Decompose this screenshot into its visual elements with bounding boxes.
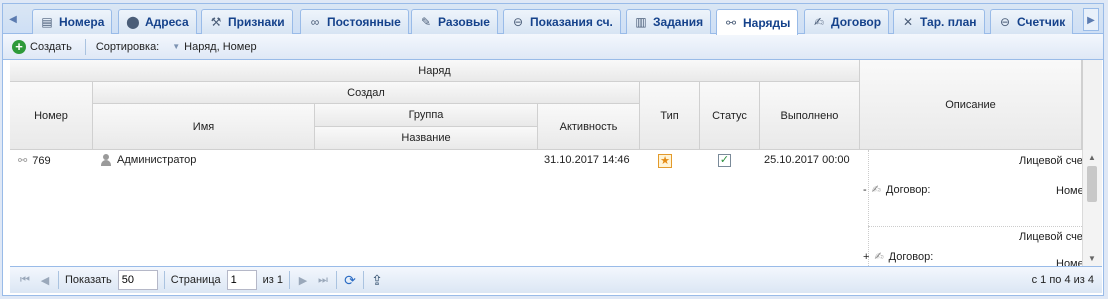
toolbar-separator (84, 38, 86, 55)
tab-work-orders[interactable]: ⚯ Наряды (716, 9, 799, 35)
cell-activity: 31.10.2017 14:46 (544, 154, 630, 166)
star-icon: ★ (658, 154, 672, 168)
meter-icon: ⊖ (512, 15, 524, 29)
header-description[interactable]: Описание (860, 60, 1082, 150)
order-icon: ⚯ (18, 155, 28, 167)
paging-separator (336, 271, 337, 289)
tab-contract[interactable]: ✍ Договор (804, 9, 890, 34)
page-input[interactable] (226, 270, 257, 290)
description-divider (868, 150, 869, 266)
table-row[interactable]: ⚯ 769 (18, 154, 51, 168)
document-edit-icon: ✍ (874, 251, 884, 263)
paging-info: с 1 по 4 из 4 (1031, 274, 1094, 286)
create-button[interactable]: + Создать (9, 38, 75, 56)
first-page-icon[interactable]: ⏮ (18, 274, 32, 287)
grid-body: ⚯ 769 Администратор 31.10.2017 14:46 ★ ✓… (10, 150, 1082, 266)
tab-meter-readings[interactable]: ⊖ Показания сч. (503, 9, 621, 34)
wrench-icon: ✎ (420, 15, 432, 29)
tab-addresses[interactable]: ⬤ Адреса (118, 9, 197, 34)
header-group-name[interactable]: Название (315, 127, 538, 150)
pin-icon: ⬤ (126, 15, 140, 29)
next-page-icon[interactable]: ▶ (296, 274, 310, 287)
description-account: Лицевой сче (1019, 231, 1082, 243)
grid-header: Наряд Описание Номер Создал Тип Статус В… (10, 60, 1082, 150)
sort-label: Сортировка: (95, 40, 160, 53)
sort-arrow-icon: ▼ (172, 42, 181, 51)
header-completed[interactable]: Выполнено (760, 82, 860, 150)
cell-completed: 25.10.2017 00:00 (764, 154, 850, 166)
document-edit-icon: ✍ (871, 184, 881, 196)
header-type[interactable]: Тип (640, 82, 700, 150)
description-number: Номе (1056, 258, 1082, 266)
page-total-label: из 1 (262, 274, 283, 286)
scroll-down-icon[interactable]: ▼ (1088, 254, 1096, 263)
paging-separator (163, 271, 165, 289)
header-status[interactable]: Статус (700, 82, 760, 150)
tools-icon: ⚒ (210, 15, 222, 29)
description-account: Лицевой сче (1019, 155, 1082, 167)
tab-permanent[interactable]: ∞ Постоянные (300, 9, 409, 34)
header-work-order-group: Наряд (10, 60, 860, 82)
page-label: Страница (170, 274, 221, 286)
scroll-up-icon[interactable]: ▲ (1088, 153, 1096, 162)
cell-number: 769 (32, 154, 51, 167)
plus-icon: + (12, 39, 26, 54)
header-name[interactable]: Имя (93, 104, 315, 150)
collapse-toggle[interactable]: - (863, 184, 867, 196)
vertical-scrollbar[interactable]: ▲ ▼ (1082, 150, 1102, 266)
description-number: Номе (1056, 185, 1082, 197)
cell-name: Администратор (100, 154, 196, 166)
document-icon: ▤ (41, 15, 53, 29)
header-group: Группа (315, 104, 538, 127)
paging-separator (58, 271, 59, 289)
user-icon (100, 154, 112, 166)
expand-toggle[interactable]: + (863, 251, 869, 263)
toolbar: + Создать Сортировка: ▼ Наряд, Номер (3, 34, 1103, 60)
tab-numbers[interactable]: ▤ Номера (32, 9, 113, 34)
cell-type: ★ (658, 154, 672, 168)
page-size-label: Показать (65, 274, 112, 286)
counter-icon: ⊖ (999, 15, 1011, 29)
header-activity[interactable]: Активность (538, 104, 640, 150)
sort-selector[interactable]: ▼ Наряд, Номер (165, 39, 259, 55)
contract-icon: ✍ (813, 15, 825, 29)
paging-toolbar: ⏮ ◀ Показать Страница из 1 ▶ ⏭ ⟳ ⇪ с 1 п… (10, 266, 1102, 293)
order-icon: ⚯ (725, 15, 737, 30)
description-item[interactable]: - ✍ Договор: (863, 183, 930, 197)
tab-counter[interactable]: ⊖ Счетчик (990, 9, 1074, 34)
tab-strip: ◀ ▤ Номера ⬤ Адреса ⚒ Признаки ∞ Постоян… (3, 4, 1103, 35)
header-number[interactable]: Номер (10, 82, 93, 150)
tariff-icon: ✕ (902, 15, 914, 29)
last-page-icon[interactable]: ⏭ (316, 274, 330, 287)
tab-tasks[interactable]: ▥ Задания (626, 9, 712, 34)
header-scroll-filler (1082, 60, 1102, 150)
tab-tariff-plan[interactable]: ✕ Тар. план (893, 9, 985, 34)
tab-scroll-right-icon[interactable]: ▶ (1083, 8, 1099, 31)
tasks-icon: ▥ (635, 15, 647, 29)
refresh-icon[interactable]: ⟳ (343, 272, 357, 289)
scroll-thumb[interactable] (1087, 166, 1097, 202)
description-row-divider (868, 226, 1082, 227)
checkbox-checked-icon[interactable]: ✓ (718, 154, 731, 167)
cell-status[interactable]: ✓ (718, 154, 731, 167)
export-icon[interactable]: ⇪ (370, 272, 384, 289)
description-item[interactable]: + ✍ Договор: (863, 250, 933, 264)
prev-page-icon[interactable]: ◀ (38, 274, 52, 287)
tab-attributes[interactable]: ⚒ Признаки (201, 9, 293, 34)
paging-separator (363, 271, 364, 289)
link-icon: ∞ (310, 15, 320, 29)
tab-one-time[interactable]: ✎ Разовые (411, 9, 498, 34)
main-panel: ◀ ▤ Номера ⬤ Адреса ⚒ Признаки ∞ Постоян… (2, 3, 1104, 296)
page-size-input[interactable] (117, 270, 158, 290)
paging-separator (289, 271, 290, 289)
tab-scroll-left-icon[interactable]: ◀ (5, 8, 21, 31)
header-created-by: Создал (93, 82, 640, 104)
